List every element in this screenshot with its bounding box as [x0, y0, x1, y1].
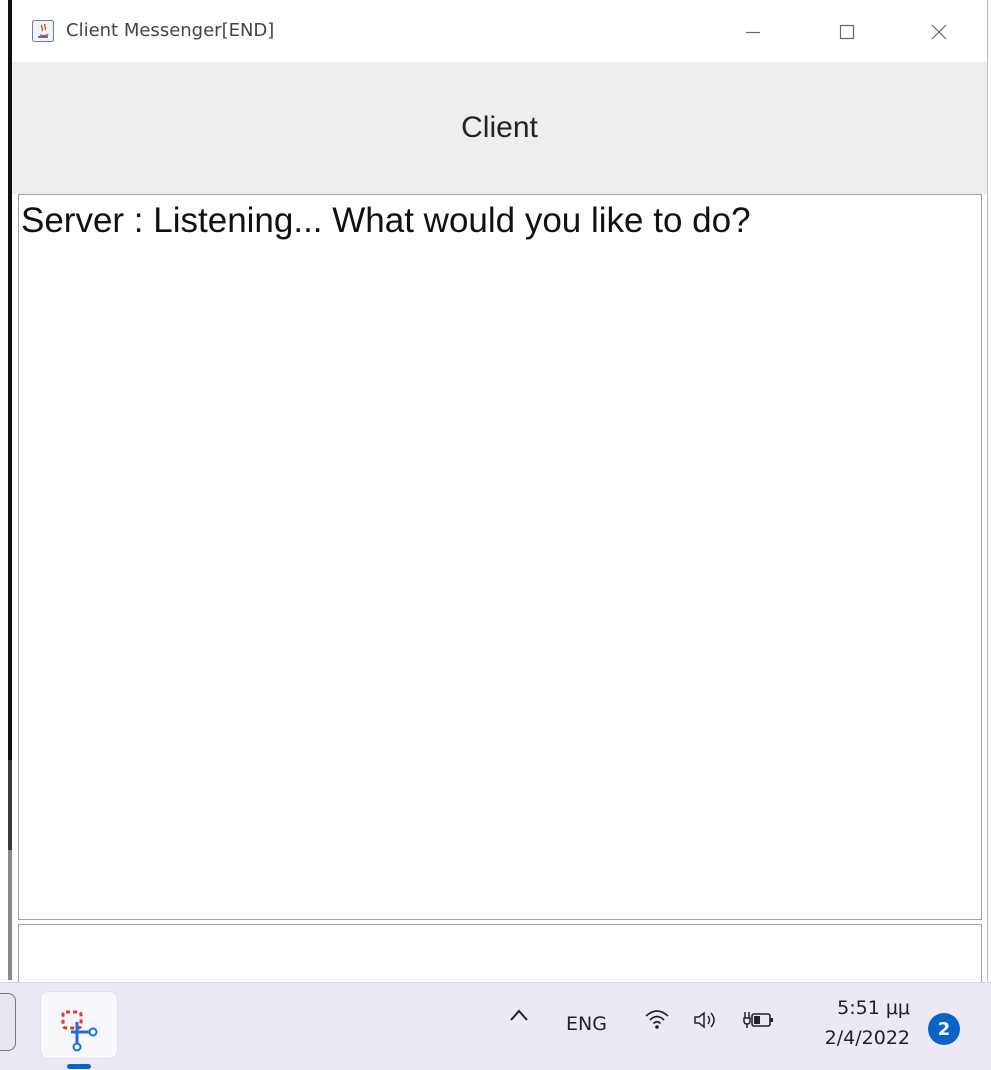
window-title: Client Messenger[END]: [66, 20, 275, 41]
java-app-icon: [32, 20, 54, 42]
chat-message: Server : Listening... What would you lik…: [21, 201, 751, 240]
minimize-button[interactable]: [730, 12, 776, 52]
volume-icon[interactable]: [692, 1009, 720, 1035]
active-indicator: [67, 1064, 91, 1069]
chat-log[interactable]: Server : Listening... What would you lik…: [18, 194, 982, 920]
minimize-icon: [746, 31, 760, 34]
clock-time: 5:51 μμ: [837, 997, 910, 1019]
wifi-icon[interactable]: [644, 1007, 670, 1035]
taskbar: ENG 5:51 μμ 2/4/2022 2: [0, 982, 991, 1070]
header-panel: Client: [12, 62, 987, 194]
language-indicator[interactable]: ENG: [566, 1013, 607, 1035]
header-label: Client: [461, 111, 538, 144]
battery-charging-icon[interactable]: [742, 1009, 776, 1035]
maximize-icon: [839, 24, 855, 40]
taskbar-app-snipping-tool[interactable]: [40, 991, 118, 1069]
snipping-tool-icon: [61, 1010, 98, 1052]
clock-date: 2/4/2022: [824, 1027, 910, 1049]
show-hidden-icons-chevron-icon[interactable]: [508, 1005, 530, 1031]
notification-badge[interactable]: 2: [928, 1013, 960, 1045]
client-messenger-window: Client Messenger[END] Client Server : Li…: [12, 0, 988, 984]
taskbar-edge: [0, 993, 16, 1051]
maximize-button[interactable]: [824, 12, 870, 52]
desktop-edge: [0, 0, 12, 980]
close-icon: [931, 24, 947, 40]
title-bar[interactable]: Client Messenger[END]: [12, 0, 987, 62]
clock[interactable]: 5:51 μμ 2/4/2022: [808, 993, 910, 1053]
message-input[interactable]: [18, 924, 982, 984]
close-button[interactable]: [916, 12, 962, 52]
